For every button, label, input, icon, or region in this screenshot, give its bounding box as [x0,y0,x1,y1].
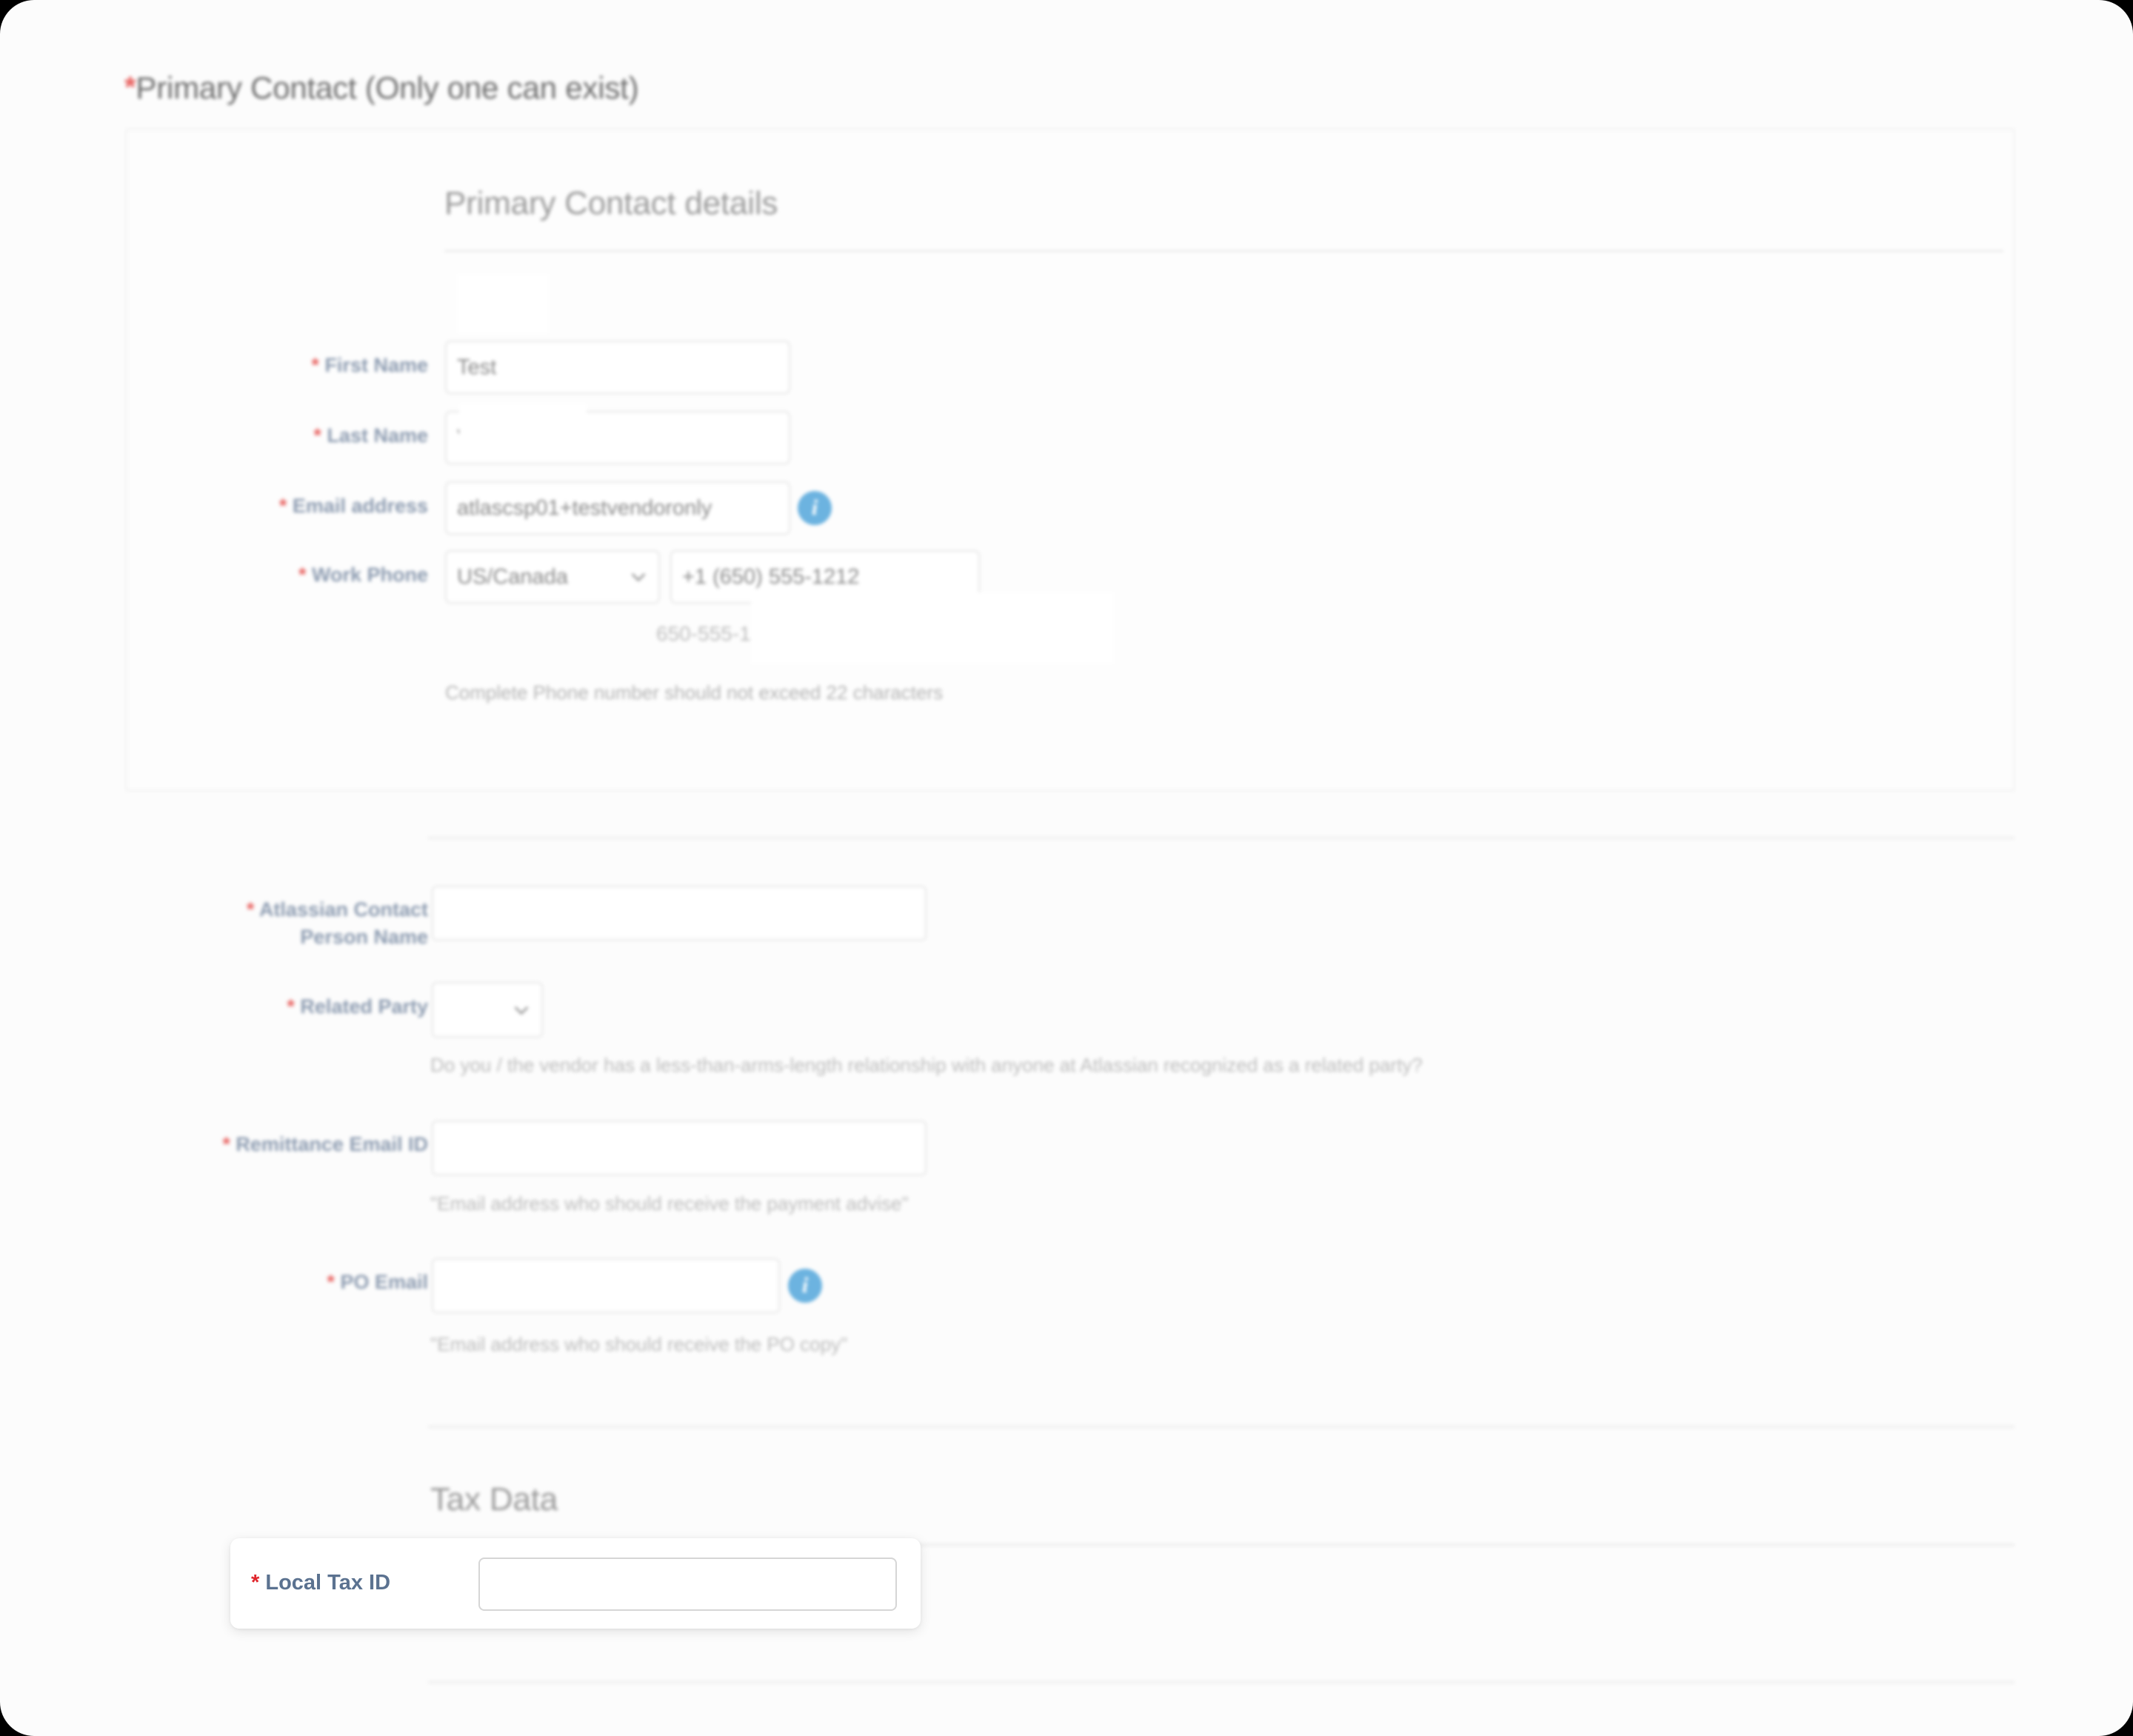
remittance-email-id-input[interactable] [432,1121,927,1175]
tax-data-heading: Tax Data [430,1481,558,1518]
page-title-text: Primary Contact (Only one can exist) [136,70,638,105]
page-surface: *Primary Contact (Only one can exist) Pr… [0,0,2133,1736]
page-title: *Primary Contact (Only one can exist) [124,70,638,106]
email-address-label-text: Email address [293,495,428,517]
required-asterisk: * [251,1571,259,1595]
related-party-select[interactable] [432,982,543,1038]
required-asterisk: * [311,354,319,376]
local-tax-id-label-text: Local Tax ID [265,1571,390,1595]
info-icon-glyph: i [802,1275,808,1297]
blurred-form-layer: *Primary Contact (Only one can exist) Pr… [0,0,2133,1736]
local-tax-id-label: * Local Tax ID [251,1571,390,1595]
local-tax-id-highlight-card[interactable]: * Local Tax ID [230,1538,921,1629]
phone-country-code-value: US/Canada [457,565,621,590]
email-info-icon[interactable]: i [798,491,832,525]
po-email-hint: "Email address who should receive the PO… [430,1333,847,1356]
po-email-label-text: PO Email [340,1271,428,1293]
work-phone-hint: Complete Phone number should not exceed … [445,681,943,704]
required-asterisk: * [222,1133,230,1155]
remittance-email-id-label-text: Remittance Email ID [236,1133,428,1155]
last-name-label: * Last Name [222,422,428,450]
chevron-down-icon [512,1001,531,1020]
remittance-email-id-label: * Remittance Email ID [148,1131,428,1158]
required-asterisk: * [287,995,295,1018]
required-asterisk: * [298,564,307,586]
required-asterisk: * [124,71,136,104]
phone-country-code-select[interactable]: US/Canada [445,550,660,604]
remittance-email-hint: "Email address who should receive the pa… [430,1192,909,1215]
occluding-rect-middle [459,404,587,457]
section-divider-3 [428,1681,2014,1683]
first-name-input[interactable]: Test [445,341,790,394]
required-asterisk: * [327,1271,335,1293]
related-party-label-text: Related Party [300,995,428,1018]
occluding-rect-phone [751,592,1114,664]
occluding-rect-top [458,274,548,333]
first-name-label-text: First Name [324,354,428,376]
po-email-input[interactable] [432,1258,780,1313]
required-asterisk: * [313,424,321,447]
local-tax-id-input[interactable] [478,1558,897,1611]
chevron-down-icon [629,567,648,587]
po-email-label: * PO Email [230,1269,428,1296]
atlassian-contact-person-name-label: * Atlassian Contact Person Name [111,896,428,952]
email-address-input[interactable]: atlascsp01+testvendoronly [445,481,790,535]
po-email-info-icon[interactable]: i [788,1269,822,1303]
primary-contact-details-heading: Primary Contact details [444,185,778,222]
required-asterisk: * [279,495,287,517]
primary-contact-container [126,129,2014,791]
work-phone-label: * Work Phone [193,561,428,589]
atlassian-contact-label-line2: Person Name [300,926,428,948]
atlassian-contact-person-name-input[interactable] [432,886,927,941]
first-name-label: * First Name [222,352,428,379]
section-divider-2 [428,1426,2014,1428]
work-phone-label-text: Work Phone [312,564,428,586]
required-asterisk: * [247,898,255,921]
section-divider-1 [428,837,2014,839]
related-party-label: * Related Party [193,993,428,1021]
email-address-label: * Email address [178,493,428,520]
info-icon-glyph: i [812,497,818,519]
last-name-label-text: Last Name [327,424,428,447]
related-party-hint: Do you / the vendor has a less-than-arms… [430,1054,1423,1077]
heading-underline [444,250,2003,252]
atlassian-contact-label-line1: Atlassian Contact [259,898,428,921]
